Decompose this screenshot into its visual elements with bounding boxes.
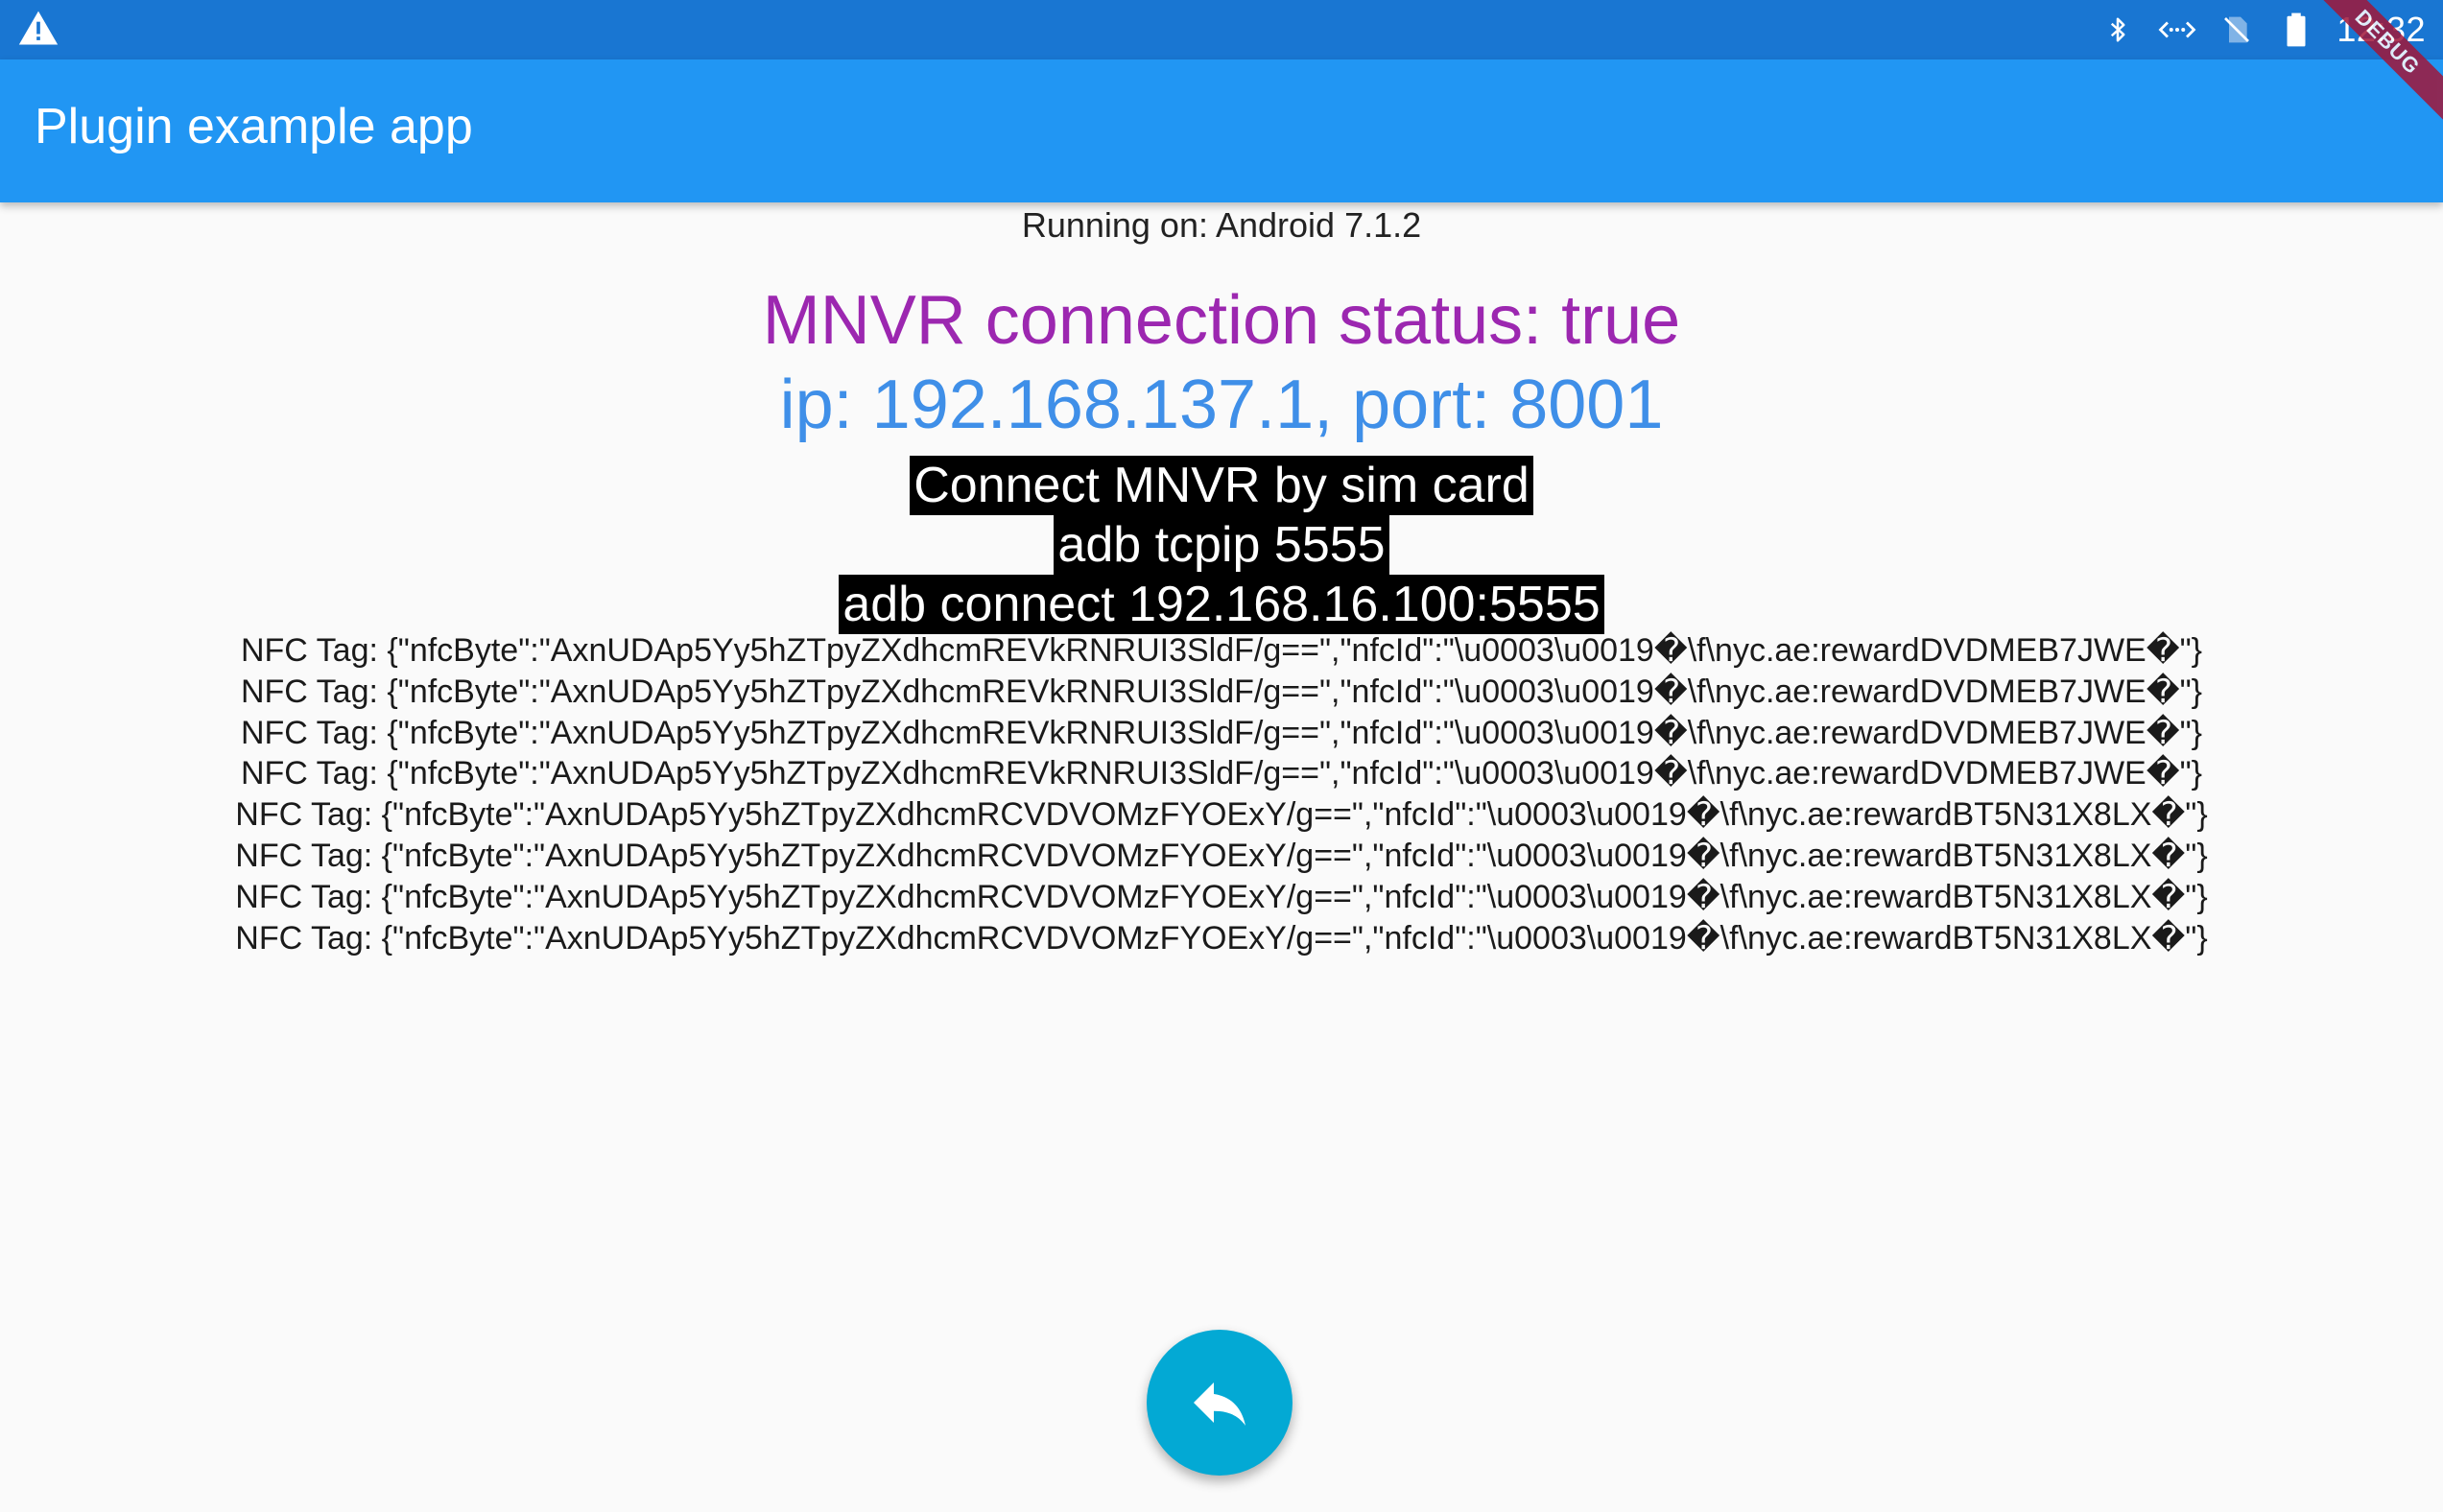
nfc-tag-item: NFC Tag: {"nfcByte":"AxnUDAp5Yy5hZTpyZXd… bbox=[235, 796, 2208, 834]
battery-icon bbox=[2277, 11, 2315, 49]
instruction-line: Connect MNVR by sim card bbox=[0, 456, 2443, 515]
status-time: 12:32 bbox=[2336, 10, 2426, 49]
ip-port-text: ip: 192.168.137.1, port: 8001 bbox=[779, 366, 1664, 443]
status-bar: 12:32 bbox=[0, 0, 2443, 59]
main-content: Running on: Android 7.1.2 MNVR connectio… bbox=[0, 202, 2443, 1512]
instruction-text: adb connect 192.168.16.100:5555 bbox=[839, 575, 1604, 634]
instruction-line: adb tcpip 5555 bbox=[0, 515, 2443, 575]
instruction-line: adb connect 192.168.16.100:5555 bbox=[0, 575, 2443, 634]
instruction-text: adb tcpip 5555 bbox=[1054, 515, 1389, 575]
nfc-tag-item: NFC Tag: {"nfcByte":"AxnUDAp5Yy5hZTpyZXd… bbox=[235, 878, 2208, 915]
no-sim-icon bbox=[2218, 11, 2256, 49]
running-on-text: Running on: Android 7.1.2 bbox=[1021, 205, 1422, 245]
app-screen: 12:32 DEBUG Plugin example app Running o… bbox=[0, 0, 2443, 1512]
instruction-text: Connect MNVR by sim card bbox=[910, 456, 1533, 515]
app-bar: Plugin example app bbox=[0, 59, 2443, 202]
warning-icon bbox=[17, 8, 59, 50]
nfc-tag-item: NFC Tag: {"nfcByte":"AxnUDAp5Yy5hZTpyZXd… bbox=[235, 919, 2208, 957]
app-title: Plugin example app bbox=[35, 99, 473, 154]
nfc-tag-item: NFC Tag: {"nfcByte":"AxnUDAp5Yy5hZTpyZXd… bbox=[240, 755, 2203, 792]
bluetooth-icon bbox=[2099, 11, 2137, 49]
status-icons: 12:32 bbox=[2099, 0, 2426, 59]
nfc-tag-list: NFC Tag: {"nfcByte":"AxnUDAp5Yy5hZTpyZXd… bbox=[0, 630, 2443, 958]
nfc-tag-item: NFC Tag: {"nfcByte":"AxnUDAp5Yy5hZTpyZXd… bbox=[240, 673, 2203, 710]
data-transfer-icon bbox=[2158, 11, 2196, 49]
nfc-tag-item: NFC Tag: {"nfcByte":"AxnUDAp5Yy5hZTpyZXd… bbox=[240, 714, 2203, 751]
mnvr-connection-status: MNVR connection status: true bbox=[762, 282, 1681, 359]
reply-fab-button[interactable] bbox=[1147, 1330, 1293, 1476]
reply-icon bbox=[1194, 1382, 1245, 1426]
nfc-tag-item: NFC Tag: {"nfcByte":"AxnUDAp5Yy5hZTpyZXd… bbox=[235, 837, 2208, 874]
instructions-block: Connect MNVR by sim card adb tcpip 5555 … bbox=[0, 456, 2443, 634]
nfc-tag-item: NFC Tag: {"nfcByte":"AxnUDAp5Yy5hZTpyZXd… bbox=[240, 632, 2203, 669]
